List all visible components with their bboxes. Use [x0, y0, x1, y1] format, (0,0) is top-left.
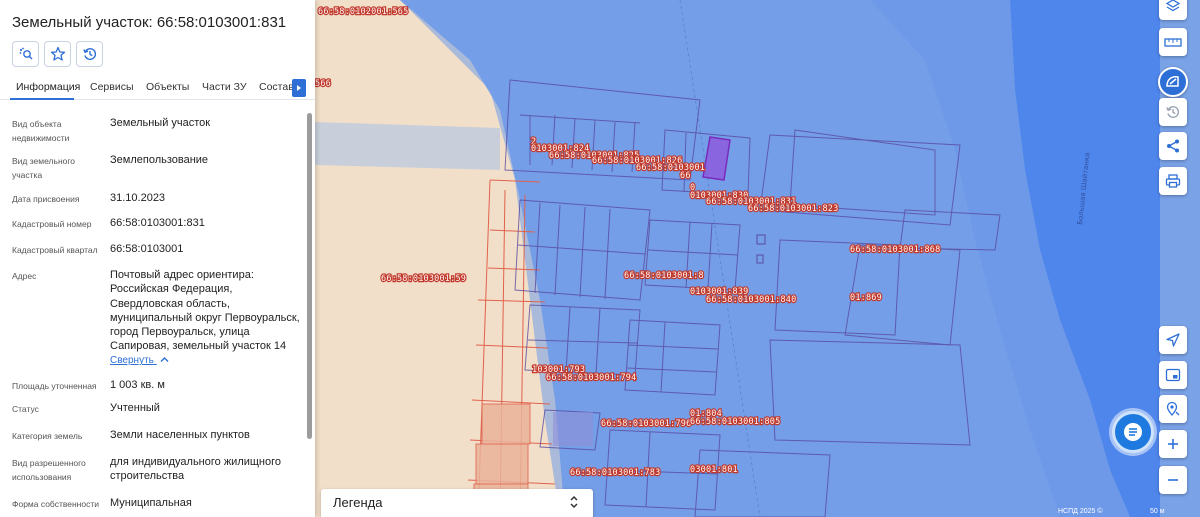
- parcel-label: 66:58:0103001:868: [850, 245, 940, 255]
- parcel-label: 66:58:0103001: [636, 163, 705, 173]
- row-label: Кадастровый номер: [12, 219, 92, 229]
- history-button[interactable]: [76, 41, 103, 67]
- panel-scrollbar[interactable]: [306, 103, 313, 517]
- chevron-up-icon: [160, 357, 169, 362]
- legend-label: Легенда: [333, 495, 383, 510]
- road: [315, 122, 500, 170]
- print-button[interactable]: [1159, 167, 1187, 195]
- search-location-icon: [1166, 401, 1180, 416]
- tabs-scroll-right-button[interactable]: [292, 79, 306, 97]
- layers-button[interactable]: [1159, 0, 1187, 20]
- row-label: Адрес: [12, 271, 37, 281]
- parcel-label: 66:58:0103001:8: [624, 271, 704, 281]
- row-label: Вид объекта недвижимости: [12, 119, 70, 143]
- locate-parcel-button[interactable]: [12, 41, 39, 67]
- parcel-label: 66:58:0103001:59: [381, 274, 466, 284]
- sketch-button[interactable]: [1158, 67, 1188, 97]
- parcel-label: 66:58:0103001:805: [690, 417, 780, 427]
- row-label: Форма собственности: [12, 499, 99, 509]
- parcel-label: 03001:801: [690, 465, 738, 475]
- parcel-label: 66: [680, 171, 691, 181]
- chevron-right-icon: [297, 85, 301, 91]
- row-value: Учтенный: [110, 402, 160, 414]
- layers-icon: [1165, 0, 1181, 12]
- row-value: 31.10.2023: [110, 192, 166, 204]
- history-icon: [82, 48, 96, 61]
- star-icon: [50, 46, 65, 61]
- tab-bar: Информация Сервисы Объекты Части ЗУ Сост…: [0, 78, 315, 100]
- tab-services[interactable]: Сервисы: [90, 81, 134, 93]
- tab-parts[interactable]: Части ЗУ: [202, 81, 247, 93]
- tab-info[interactable]: Информация: [16, 81, 80, 93]
- info-list: Вид объекта недвижимости Земельный участ…: [0, 103, 305, 517]
- collapse-label: Свернуть: [110, 355, 154, 366]
- search-location-button[interactable]: [1159, 395, 1187, 423]
- ruler-icon: [1164, 38, 1182, 47]
- address-value: Почтовый адрес ориентира: Российская Фед…: [110, 269, 300, 353]
- row-value: 66:58:0103001:831: [110, 217, 205, 229]
- parcel-label: 66:58:0103001:796: [601, 419, 691, 429]
- row-value: Муниципальная: [110, 497, 192, 509]
- tab-objects[interactable]: Объекты: [146, 81, 189, 93]
- minimap-button[interactable]: [1159, 361, 1187, 389]
- row-value: Земельный участок: [110, 117, 211, 129]
- row-value: 66:58:0103001: [110, 243, 184, 255]
- locate-parcel-icon: [19, 47, 32, 60]
- chat-button[interactable]: [1112, 411, 1154, 453]
- parcel-label: 01:869: [850, 293, 882, 303]
- minimap-icon: [1165, 368, 1181, 382]
- history-icon: [1166, 106, 1180, 119]
- chat-icon: [1124, 423, 1142, 441]
- favorite-button[interactable]: [44, 41, 71, 67]
- row-label: Вид разрешенного использования: [12, 458, 86, 482]
- share-button[interactable]: [1159, 132, 1187, 160]
- zoom-out-icon: [1168, 479, 1178, 481]
- panel-title: Земельный участок: 66:58:0103001:831: [12, 14, 287, 31]
- parcel-label: 66:58:0102001:565: [318, 7, 408, 17]
- row-value: для индивидуального жилищного строительс…: [110, 456, 282, 483]
- print-icon: [1165, 174, 1181, 188]
- collapse-link[interactable]: Свернуть: [110, 355, 169, 366]
- row-label: Дата присвоения: [12, 194, 80, 204]
- parcel-label: 66:58:0103001:840: [706, 295, 796, 305]
- row-label: Категория земель: [12, 431, 83, 441]
- sketch-icon: [1166, 76, 1179, 87]
- expand-collapse-icon: [570, 495, 578, 509]
- parcel-label: 66:58:0103001:823: [748, 204, 838, 214]
- row-label: Статус: [12, 404, 39, 414]
- parcel-label: 66:58:0103001:794: [546, 373, 636, 383]
- parcel-label: 566: [315, 79, 331, 89]
- parcel-fill: [553, 412, 593, 446]
- legend-toggle[interactable]: Легенда: [321, 489, 593, 517]
- zoom-in-button[interactable]: [1159, 430, 1187, 458]
- share-icon: [1167, 139, 1179, 153]
- ruler-button[interactable]: [1159, 28, 1187, 56]
- info-panel: Земельный участок: 66:58:0103001:831 Инф…: [0, 0, 315, 517]
- row-label: Площадь уточненная: [12, 381, 97, 391]
- row-value: 1 003 кв. м: [110, 379, 165, 391]
- geolocation-icon: [1166, 333, 1180, 347]
- scrollbar-thumb[interactable]: [307, 113, 312, 439]
- tab-composition[interactable]: Состав: [259, 81, 294, 93]
- history-map-button[interactable]: [1159, 98, 1187, 126]
- map-copyright: НСПД 2025 ©: [1058, 508, 1103, 515]
- row-label: Кадастровый квартал: [12, 245, 98, 255]
- active-tab-indicator: [10, 98, 74, 100]
- map-scale: 50 м: [1150, 508, 1165, 515]
- zoom-out-button[interactable]: [1159, 466, 1187, 494]
- zoom-in-icon: [1168, 439, 1178, 449]
- row-value: Земли населенных пунктов: [110, 429, 250, 441]
- row-value: Землепользование: [110, 154, 209, 166]
- row-label: Вид земельного участка: [12, 156, 76, 180]
- geolocation-button[interactable]: [1159, 326, 1187, 354]
- parcel-label: 66:58:0103001:783: [570, 468, 660, 478]
